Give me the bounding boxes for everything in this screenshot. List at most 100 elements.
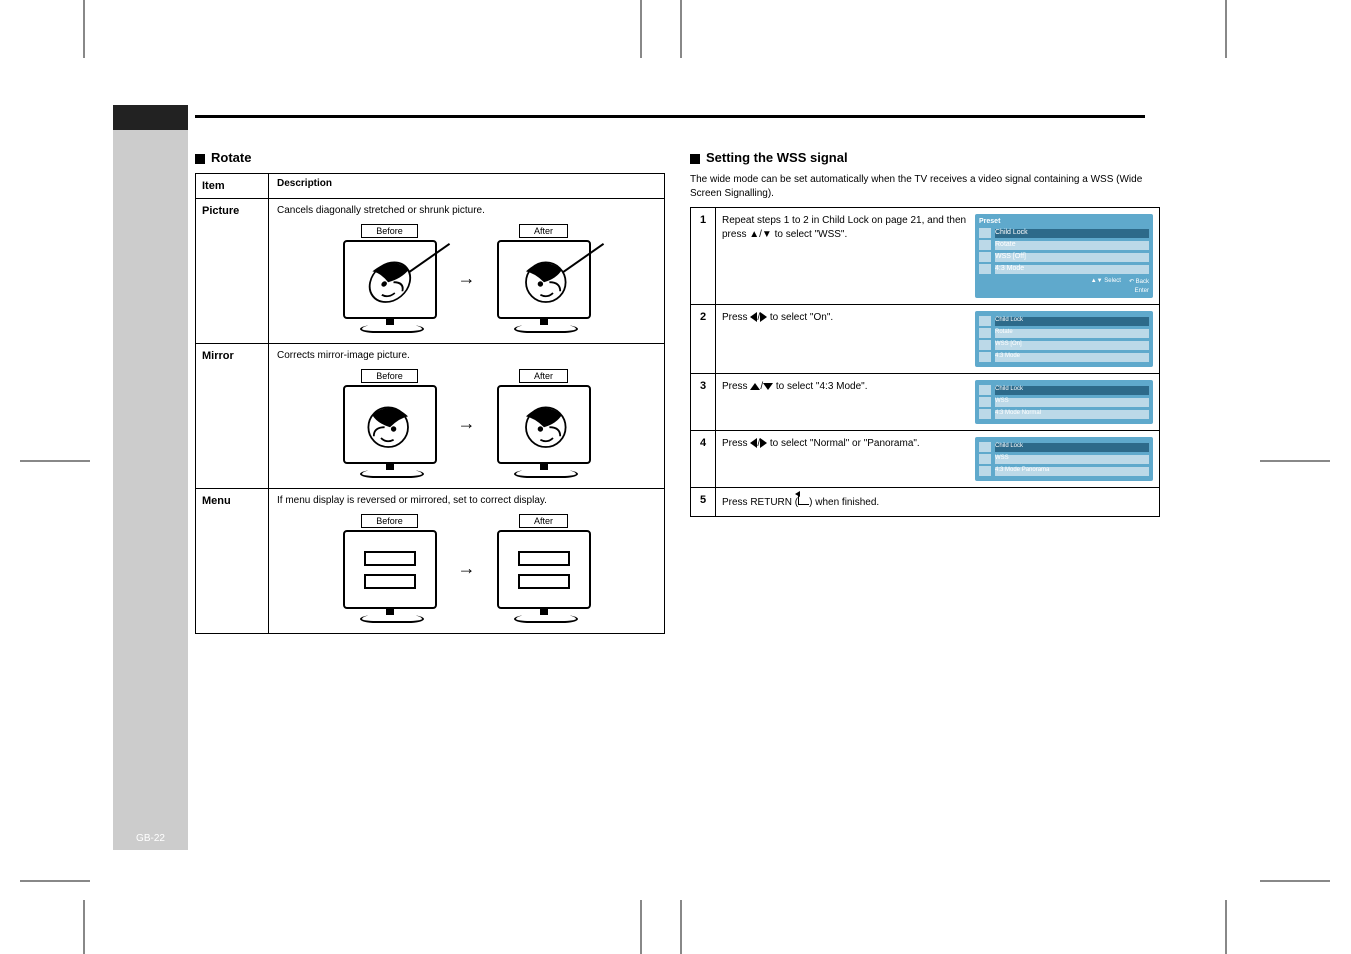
right-arrow-icon <box>760 312 767 322</box>
left-arrow-icon <box>750 438 757 448</box>
tv-screen <box>343 385 437 464</box>
page-number: GB-22 <box>113 833 188 844</box>
step-row: 5 Press RETURN () when finished. <box>691 488 1159 516</box>
crop-mark <box>83 0 85 58</box>
crop-mark <box>640 0 642 58</box>
crop-mark <box>83 900 85 954</box>
osd-item: 4:3 Mode <box>995 353 1149 362</box>
osd-preview: Child Lock WSS 4:3 Mode Normal <box>975 380 1153 424</box>
heading-text: Setting the WSS signal <box>706 150 848 165</box>
osd-value: Panorama <box>1022 467 1050 473</box>
tv-screen <box>497 240 591 319</box>
table-row: Mirror Corrects mirror-image picture. Be… <box>196 344 664 489</box>
row-name: Picture <box>196 199 269 343</box>
section-tab <box>113 105 188 130</box>
step-num: 4 <box>691 431 716 487</box>
row-desc: Corrects mirror-image picture. <box>269 344 664 365</box>
right-column: Setting the WSS signal The wide mode can… <box>690 150 1160 517</box>
row-figures: Before → After <box>269 510 664 633</box>
crop-mark <box>1260 880 1330 882</box>
osd-preview: Child Lock WSS 4:3 Mode Panorama <box>975 437 1153 481</box>
tv-after: After <box>484 369 604 478</box>
osd-value: [Off] <box>1013 253 1026 260</box>
table-row: Menu If menu display is reversed or mirr… <box>196 489 664 633</box>
osd-item: Child Lock <box>995 386 1149 395</box>
up-arrow-icon <box>750 383 760 390</box>
osd-item: Child Lock <box>995 443 1149 452</box>
manual-page: GB-22 Rotate Item Description Picture Ca… <box>0 0 1351 954</box>
tv-screen <box>343 240 437 319</box>
arrow-icon: → <box>458 558 476 579</box>
osd-back: Back <box>1136 279 1149 285</box>
row-content: Corrects mirror-image picture. Before → … <box>269 344 664 488</box>
label-after: After <box>519 514 568 528</box>
tv-after: After <box>484 224 604 333</box>
row-content: If menu display is reversed or mirrored,… <box>269 489 664 633</box>
crop-mark <box>20 880 90 882</box>
step-num: 2 <box>691 305 716 373</box>
section-heading: Setting the WSS signal <box>690 150 1160 165</box>
step-text: Press / to select "4:3 Mode". <box>722 380 969 394</box>
right-arrow-icon <box>760 438 767 448</box>
th-desc: Description <box>269 174 664 198</box>
row-name: Menu <box>196 489 269 633</box>
intro-text: The wide mode can be set automatically w… <box>690 173 1160 201</box>
osd-select: Select <box>1104 278 1121 284</box>
crop-mark <box>640 900 642 954</box>
osd-item: 4:3 Mode <box>995 467 1020 473</box>
th-item: Item <box>196 174 269 198</box>
osd-item: WSS <box>995 398 1149 407</box>
osd-item: WSS <box>995 341 1009 347</box>
osd-enter: Enter <box>1135 288 1149 294</box>
osd-item: 4:3 Mode <box>995 410 1020 416</box>
osd-value: Normal <box>1022 410 1041 416</box>
crop-mark <box>1225 900 1227 954</box>
arrow-icon: → <box>458 268 476 289</box>
row-figures: Before → After <box>269 220 664 343</box>
osd-item: Rotate <box>995 329 1149 338</box>
left-column: Rotate Item Description Picture Cancels … <box>195 150 665 634</box>
step-num: 3 <box>691 374 716 430</box>
label-before: Before <box>361 369 418 383</box>
step-text: Press / to select "On". <box>722 311 969 325</box>
row-figures: Before → After <box>269 365 664 488</box>
crop-mark <box>1225 0 1227 58</box>
osd-item: Child Lock <box>995 229 1149 238</box>
crop-mark <box>20 460 90 462</box>
label-after: After <box>519 224 568 238</box>
label-before: Before <box>361 514 418 528</box>
down-arrow-icon <box>763 383 773 390</box>
table-row: Picture Cancels diagonally stretched or … <box>196 199 664 344</box>
osd-preview: Child Lock Rotate WSS [On] 4:3 Mode <box>975 311 1153 367</box>
osd-item: WSS <box>995 253 1011 260</box>
tv-screen <box>343 530 437 609</box>
row-content: Cancels diagonally stretched or shrunk p… <box>269 199 664 343</box>
step-text: Press / to select "Normal" or "Panorama"… <box>722 437 969 451</box>
osd-item: 4:3 Mode <box>995 265 1149 274</box>
row-desc: If menu display is reversed or mirrored,… <box>269 489 664 510</box>
crop-mark <box>1260 460 1330 462</box>
step-text: Press RETURN () when finished. <box>722 494 1153 510</box>
rotate-table: Item Description Picture Cancels diagona… <box>195 173 665 634</box>
osd-item: Child Lock <box>995 317 1149 326</box>
crop-mark <box>680 0 682 58</box>
label-before: Before <box>361 224 418 238</box>
crop-mark <box>680 900 682 954</box>
osd-preview: Preset Child Lock Rotate WSS [Off] 4:3 M… <box>975 214 1153 298</box>
tv-before: Before <box>330 224 450 333</box>
tv-after: After <box>484 514 604 623</box>
osd-item: Rotate <box>995 241 1149 250</box>
table-header-row: Item Description <box>196 174 664 199</box>
sidebar: GB-22 <box>113 130 188 850</box>
instructions-table: 1 Repeat steps 1 to 2 in Child Lock on p… <box>690 207 1160 517</box>
label-after: After <box>519 369 568 383</box>
divider <box>195 115 1145 118</box>
step-num: 5 <box>691 488 716 516</box>
step-row: 2 Press / to select "On". Child Lock Rot… <box>691 305 1159 374</box>
step-row: 1 Repeat steps 1 to 2 in Child Lock on p… <box>691 208 1159 305</box>
row-name: Mirror <box>196 344 269 488</box>
tv-before: Before <box>330 514 450 623</box>
row-desc: Cancels diagonally stretched or shrunk p… <box>269 199 664 220</box>
tv-screen <box>497 385 591 464</box>
return-icon <box>798 494 809 505</box>
